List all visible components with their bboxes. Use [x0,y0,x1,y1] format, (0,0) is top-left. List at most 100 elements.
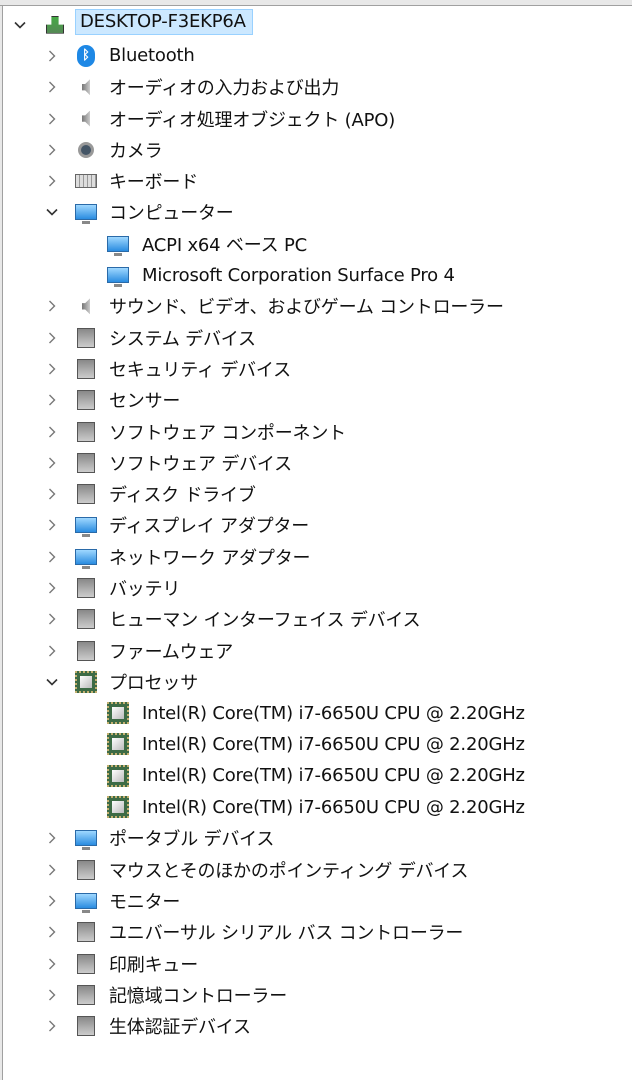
tree-item-label: センサー [109,391,181,413]
processor-icon [107,796,129,819]
speaker-icon [75,76,97,98]
chevron-right-icon[interactable] [42,609,62,629]
tree-item[interactable]: オーディオ処理オブジェクト (APO) [4,103,632,134]
device-tree[interactable]: DESKTOP-F3EKP6A ᛒ Bluetooth オーディオの入力および出力 オー… [4,9,632,1042]
chevron-right-icon[interactable] [42,547,62,567]
chevron-right-icon[interactable] [42,46,62,66]
display-adapter-icon [75,514,97,538]
tree-item[interactable]: DESKTOP-F3EKP6A [4,9,632,40]
tree-item-label: ヒューマン インターフェイス デバイス [109,610,421,632]
printer-icon [75,953,97,975]
chevron-right-icon[interactable] [42,422,62,442]
tree-item-label: 生体認証デバイス [109,1017,251,1039]
chevron-right-icon[interactable] [42,954,62,974]
tree-item-label: キーボード [109,172,198,194]
tree-item[interactable]: ディスク ドライブ [4,478,632,509]
chevron-right-icon[interactable] [42,453,62,473]
usb-icon [75,921,97,943]
tree-item[interactable]: センサー [4,385,632,416]
chevron-down-icon[interactable] [10,15,30,35]
tree-item[interactable]: バッテリ [4,572,632,603]
processor-icon [75,670,97,693]
tree-item[interactable]: カメラ [4,134,632,165]
tree-item-label: プロセッサ [109,672,198,694]
tree-item-label: システム デバイス [109,328,256,350]
tree-item[interactable]: オーディオの入力および出力 [4,72,632,103]
software-device-icon [75,452,97,474]
tree-item[interactable]: ソフトウェア デバイス [4,447,632,478]
software-component-icon [75,421,97,443]
tree-item-label: Intel(R) Core(TM) i7-6650U CPU @ 2.20GHz [142,765,525,787]
tree-item[interactable]: ポータブル デバイス [4,823,632,854]
monitor-icon [107,233,129,256]
processor-icon [107,702,129,725]
keyboard-icon [75,170,97,192]
tree-item[interactable]: セキュリティ デバイス [4,353,632,384]
tree-item[interactable]: Intel(R) Core(TM) i7-6650U CPU @ 2.20GHz [4,698,632,729]
chevron-down-icon[interactable] [42,672,62,692]
speaker-icon [75,108,97,130]
chevron-right-icon[interactable] [42,359,62,379]
tree-item[interactable]: プロセッサ [4,666,632,697]
chevron-right-icon[interactable] [42,328,62,348]
tree-item[interactable]: Microsoft Corporation Surface Pro 4 [4,259,632,290]
tree-item[interactable]: キーボード [4,165,632,196]
tree-item[interactable]: Intel(R) Core(TM) i7-6650U CPU @ 2.20GHz [4,760,632,791]
mouse-icon [75,859,97,881]
chevron-right-icon[interactable] [42,641,62,661]
tree-item[interactable]: ユニバーサル シリアル バス コントローラー [4,917,632,948]
sensor-icon [75,389,97,411]
tree-item[interactable]: サウンド、ビデオ、およびゲーム コントローラー [4,291,632,322]
tree-item[interactable]: 生体認証デバイス [4,1011,632,1042]
tree-item[interactable]: コンピューター [4,197,632,228]
tree-item[interactable]: ファームウェア [4,635,632,666]
chevron-right-icon[interactable] [42,484,62,504]
chevron-right-icon[interactable] [42,1016,62,1036]
chevron-down-icon[interactable] [42,202,62,222]
chevron-right-icon[interactable] [42,860,62,880]
chevron-right-icon[interactable] [42,578,62,598]
tree-item[interactable]: 記憶域コントローラー [4,979,632,1010]
tree-item-label: Intel(R) Core(TM) i7-6650U CPU @ 2.20GHz [142,733,525,755]
chevron-right-icon[interactable] [42,390,62,410]
tree-item-label: ソフトウェア デバイス [109,453,292,475]
security-key-icon [75,358,97,380]
tree-item-label: 印刷キュー [109,954,198,976]
tree-item-label: ポータブル デバイス [109,829,275,851]
tree-item[interactable]: ヒューマン インターフェイス デバイス [4,604,632,635]
chevron-right-icon[interactable] [42,985,62,1005]
portable-device-icon [75,827,97,851]
chevron-right-icon[interactable] [42,296,62,316]
tree-item-label: DESKTOP-F3EKP6A [75,9,253,35]
tree-item[interactable]: Intel(R) Core(TM) i7-6650U CPU @ 2.20GHz [4,791,632,822]
tree-item-label: Bluetooth [109,45,195,67]
tree-item[interactable]: ACPI x64 ベース PC [4,228,632,259]
chevron-right-icon[interactable] [42,828,62,848]
tree-item-label: ユニバーサル シリアル バス コントローラー [109,923,464,945]
tree-item[interactable]: ソフトウェア コンポーネント [4,416,632,447]
tree-item[interactable]: 印刷キュー [4,948,632,979]
tree-item-label: カメラ [109,140,163,162]
chevron-right-icon[interactable] [42,171,62,191]
tree-item[interactable]: モニター [4,885,632,916]
tree-item[interactable]: ディスプレイ アダプター [4,510,632,541]
tree-item[interactable]: マウスとそのほかのポインティング デバイス [4,854,632,885]
tree-item-label: サウンド、ビデオ、およびゲーム コントローラー [109,297,504,319]
tree-item[interactable]: Intel(R) Core(TM) i7-6650U CPU @ 2.20GHz [4,729,632,760]
chevron-right-icon[interactable] [42,891,62,911]
processor-icon [107,733,129,756]
tree-item[interactable]: ネットワーク アダプター [4,541,632,572]
chevron-right-icon[interactable] [42,515,62,535]
hid-icon [75,608,97,630]
chevron-right-icon[interactable] [42,109,62,129]
tree-item[interactable]: システム デバイス [4,322,632,353]
chevron-right-icon[interactable] [42,140,62,160]
tree-item[interactable]: ᛒ Bluetooth [4,40,632,71]
chevron-right-icon[interactable] [42,77,62,97]
network-adapter-icon [75,546,97,569]
webcam-icon [75,139,97,161]
tree-item-label: ディスク ドライブ [109,485,256,507]
battery-icon [75,577,97,599]
firmware-icon [75,640,97,662]
chevron-right-icon[interactable] [42,922,62,942]
